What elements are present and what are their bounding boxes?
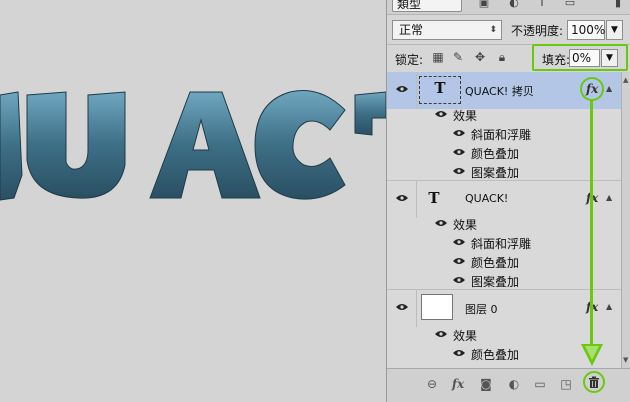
eye-icon[interactable] — [435, 110, 447, 118]
raster-layer-thumbnail — [421, 294, 453, 320]
visibility-toggle[interactable] — [387, 290, 417, 327]
toggle-filter-icon[interactable]: ▮ — [611, 0, 625, 10]
blend-mode-select[interactable]: 正常 ⬍ — [392, 20, 502, 40]
mask-icon[interactable]: ◙ — [479, 377, 493, 391]
fx-highlight-circle — [580, 77, 604, 101]
effects-label: 效果 — [453, 109, 478, 123]
effect-row[interactable]: 图案叠加 — [387, 162, 621, 181]
eye-icon[interactable] — [453, 129, 465, 137]
opacity-input[interactable]: 100% — [567, 20, 605, 40]
layer-name[interactable]: QUACK! — [465, 192, 508, 205]
effects-row[interactable]: 效果 — [387, 325, 621, 344]
opacity-label: 不透明度: — [511, 24, 564, 38]
scroll-down-arrow-icon[interactable]: ▼ — [623, 356, 628, 364]
lock-all-icon[interactable]: 🔒︎ — [495, 50, 509, 64]
text-layer-thumbnail: T — [428, 189, 440, 207]
eye-icon — [396, 86, 408, 92]
fill-label: 填充: — [542, 53, 571, 67]
eye-icon[interactable] — [453, 238, 465, 246]
chevron-updown-icon: ⬍ — [489, 25, 497, 35]
effects-label: 效果 — [453, 218, 478, 232]
eye-icon[interactable] — [453, 148, 465, 156]
quack-artwork — [0, 90, 386, 201]
link-icon[interactable]: ⊖ — [425, 377, 439, 391]
filter-bar: 類型 ▣ ◐ T ▭ ▮ — [387, 0, 630, 15]
shape-filter-icon[interactable]: ▭ — [563, 0, 577, 10]
effect-name: 图案叠加 — [471, 275, 520, 289]
collapse-effects-arrow-icon[interactable]: ▲ — [606, 302, 612, 311]
effect-name: 颜色叠加 — [471, 256, 520, 270]
effects-label: 效果 — [453, 329, 478, 343]
filter-kind-dropdown[interactable]: 類型 — [392, 0, 462, 12]
effect-name: 斜面和浮雕 — [471, 128, 532, 142]
blend-mode-value: 正常 — [399, 23, 424, 37]
lock-image-pixels-icon[interactable]: ✎ — [451, 50, 465, 64]
eye-icon — [396, 304, 408, 310]
adjustment-icon[interactable]: ◐ — [507, 377, 521, 391]
annotation-arrow-line — [590, 100, 593, 357]
lock-transparent-pixels-icon[interactable]: ▦ — [431, 50, 445, 64]
visibility-toggle[interactable] — [387, 72, 417, 109]
effect-row[interactable]: 颜色叠加 — [387, 143, 621, 162]
new-layer-icon[interactable]: ◳ — [559, 377, 573, 391]
layers-bottom-toolbar: ⊖ fx ◙ ◐ ▭ ◳ — [387, 368, 630, 402]
layer-name[interactable]: 图层 0 — [465, 301, 498, 317]
opacity-dropdown-button[interactable]: ▼ — [606, 20, 623, 40]
effects-row[interactable]: 效果 — [387, 214, 621, 233]
layer-row-layer-0[interactable]: 图层 0 fx ▲ — [387, 290, 621, 327]
layers-panel: 類型 ▣ ◐ T ▭ ▮ 正常 ⬍ 不透明度: 100% ▼ 锁定: ▦ ✎ ✥… — [386, 0, 630, 402]
text-layer-thumbnail: T — [419, 76, 461, 104]
type-filter-icon[interactable]: T — [535, 0, 549, 10]
eye-icon[interactable] — [453, 257, 465, 265]
effect-name: 斜面和浮雕 — [471, 237, 532, 251]
effect-row[interactable]: 斜面和浮雕 — [387, 124, 621, 143]
fill-dropdown-button[interactable]: ▼ — [601, 49, 618, 67]
layer-row-quack[interactable]: T QUACK! fx ▲ — [387, 181, 621, 218]
eye-icon[interactable] — [435, 219, 447, 227]
scroll-up-arrow-icon[interactable]: ▲ — [623, 76, 628, 84]
effect-row[interactable]: 斜面和浮雕 — [387, 233, 621, 252]
annotation-arrowhead-inner — [585, 346, 599, 360]
effect-name: 颜色叠加 — [471, 348, 520, 362]
eye-icon — [396, 195, 408, 201]
effect-name: 颜色叠加 — [471, 147, 520, 161]
collapse-effects-arrow-icon[interactable]: ▲ — [606, 84, 612, 93]
eye-icon[interactable] — [453, 349, 465, 357]
image-filter-icon[interactable]: ▣ — [477, 0, 491, 10]
delete-layer-button[interactable] — [583, 371, 605, 393]
effect-name: 图案叠加 — [471, 166, 520, 180]
visibility-toggle[interactable] — [387, 181, 417, 218]
trash-icon — [589, 376, 599, 388]
effects-row[interactable]: 效果 — [387, 105, 621, 124]
collapse-effects-arrow-icon[interactable]: ▲ — [606, 193, 612, 202]
effect-row[interactable]: 颜色叠加 — [387, 252, 621, 271]
lock-label: 锁定: — [395, 53, 424, 67]
layer-name[interactable]: QUACK! 拷贝 — [465, 83, 534, 99]
fill-highlight-box: 填充: 0% ▼ — [532, 44, 628, 71]
eye-icon[interactable] — [435, 330, 447, 338]
adjustment-filter-icon[interactable]: ◐ — [507, 0, 521, 10]
layers-scrollbar[interactable]: ▲ ▼ — [621, 72, 630, 368]
group-folder-icon[interactable]: ▭ — [533, 377, 547, 391]
lock-position-icon[interactable]: ✥ — [473, 50, 487, 64]
fill-input[interactable]: 0% — [569, 49, 600, 67]
eye-icon[interactable] — [453, 276, 465, 284]
eye-icon[interactable] — [453, 167, 465, 175]
layer-row-quack-copy[interactable]: T QUACK! 拷贝 fx ▲ — [387, 72, 621, 109]
document-canvas[interactable] — [0, 0, 386, 402]
layers-list: T QUACK! 拷贝 fx ▲ 效果 斜面和浮雕 颜色叠加 图案叠加 T QU… — [387, 72, 621, 368]
effect-row[interactable]: 图案叠加 — [387, 271, 621, 290]
filter-kind-label: 類型 — [397, 0, 422, 11]
fx-icon[interactable]: fx — [451, 377, 465, 391]
